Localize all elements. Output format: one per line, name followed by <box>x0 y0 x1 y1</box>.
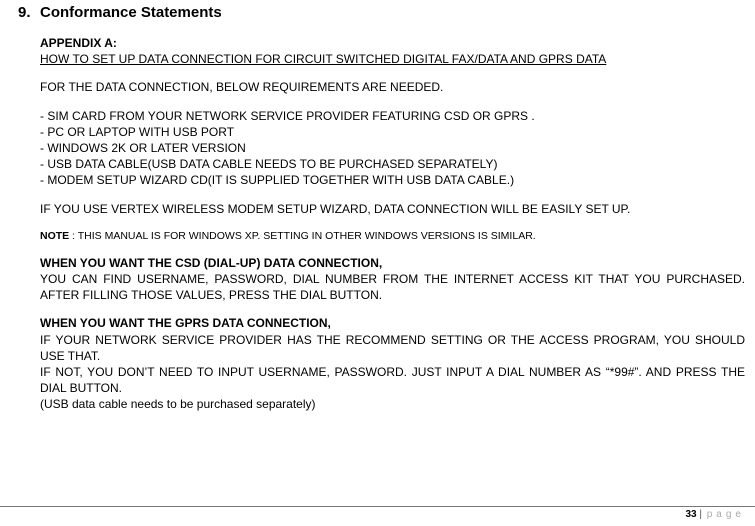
requirement-item: - USB DATA CABLE(USB DATA CABLE NEEDS TO… <box>40 156 745 172</box>
page-number: 33 <box>685 509 696 520</box>
wizard-text: IF YOU USE VERTEX WIRELESS MODEM SETUP W… <box>40 201 745 217</box>
intro-text: FOR THE DATA CONNECTION, BELOW REQUIREME… <box>40 79 745 95</box>
note-line: NOTE : THIS MANUAL IS FOR WINDOWS XP. SE… <box>40 229 745 243</box>
csd-body: YOU CAN FIND USERNAME, PASSWORD, DIAL NU… <box>40 271 745 303</box>
section-heading: 9. Conformance Statements <box>18 4 745 21</box>
requirement-item: - PC OR LAPTOP WITH USB PORT <box>40 124 745 140</box>
appendix-label: APPENDIX A: <box>40 35 745 51</box>
page-footer: 33 | page <box>0 506 755 520</box>
appendix-title: HOW TO SET UP DATA CONNECTION FOR CIRCUI… <box>40 51 745 67</box>
section-number: 9. <box>18 4 40 21</box>
csd-title: WHEN YOU WANT THE CSD (DIAL-UP) DATA CON… <box>40 255 745 271</box>
note-label: NOTE <box>40 230 69 242</box>
requirement-item: - SIM CARD FROM YOUR NETWORK SERVICE PRO… <box>40 108 745 124</box>
gprs-title: WHEN YOU WANT THE GPRS DATA CONNECTION, <box>40 315 745 331</box>
page-sep: | <box>697 509 705 520</box>
requirement-item: - MODEM SETUP WIZARD CD(IT IS SUPPLIED T… <box>40 172 745 188</box>
requirement-item: - WINDOWS 2K OR LATER VERSION <box>40 140 745 156</box>
section-body: APPENDIX A: HOW TO SET UP DATA CONNECTIO… <box>18 35 745 413</box>
gprs-line-2: IF NOT, YOU DON’T NEED TO INPUT USERNAME… <box>40 364 745 396</box>
section-title: Conformance Statements <box>40 4 222 21</box>
gprs-line-3: (USB data cable needs to be purchased se… <box>40 396 745 412</box>
document-page: 9. Conformance Statements APPENDIX A: HO… <box>0 0 755 526</box>
gprs-line-1: IF YOUR NETWORK SERVICE PROVIDER HAS THE… <box>40 332 745 364</box>
note-text: : THIS MANUAL IS FOR WINDOWS XP. SETTING… <box>69 230 536 242</box>
page-word: page <box>707 509 745 520</box>
